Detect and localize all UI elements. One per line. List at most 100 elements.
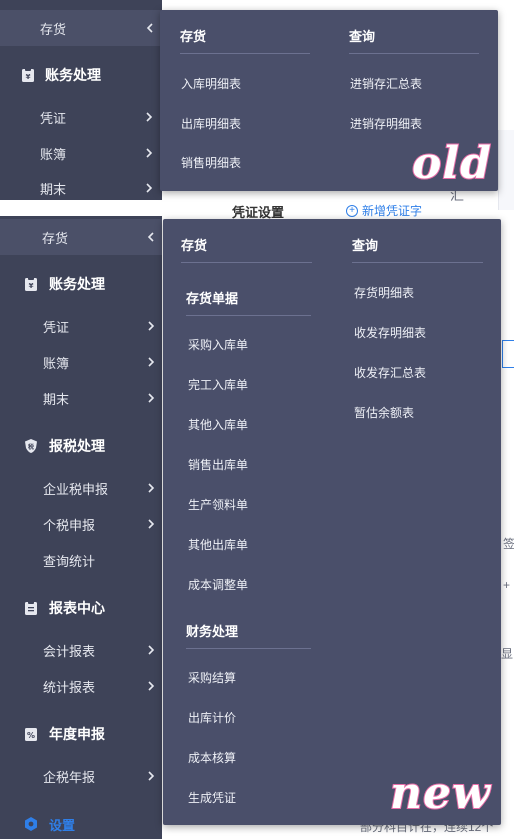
new-group-title: 年度申报 (49, 727, 105, 743)
new-sidebar-item-label: 企业税申报 (43, 482, 109, 498)
new-sidebar-item-annual-corp-tax[interactable]: 企税年报 (0, 758, 162, 794)
new-sidebar-settings[interactable]: 设置 (0, 804, 162, 839)
plus-circle-icon: + (346, 204, 358, 217)
percent-document-icon: % (25, 728, 37, 741)
menu-link-other-inbound[interactable]: 其他入库单 (188, 416, 248, 433)
background-fragment: + (503, 578, 511, 592)
menu-link-receive-issue-summary[interactable]: 收发存汇总表 (354, 364, 426, 381)
menu-link-outbound-detail[interactable]: 出库明细表 (181, 115, 241, 132)
new-group-accounting: ¥ 账务处理 (0, 264, 162, 304)
new-sidebar-item-ledger[interactable]: 账簿 (0, 344, 162, 380)
old-sidebar-item-label: 存货 (40, 22, 67, 38)
new-sidebar-item-label: 凭证 (43, 320, 70, 336)
menu-link-cost-accounting[interactable]: 成本核算 (188, 749, 236, 766)
menu-link-finished-inbound[interactable]: 完工入库单 (188, 376, 248, 393)
old-menu-col1-title: 存货 (180, 30, 207, 45)
old-sidebar-item-period-end[interactable]: 期末 (0, 170, 162, 206)
report-icon (25, 601, 37, 615)
new-group-tax: 税 报税处理 (0, 426, 162, 466)
new-sidebar-item-label: 会计报表 (43, 644, 96, 660)
old-sidebar-item-label: 账簿 (40, 147, 67, 163)
chevron-right-icon (145, 482, 157, 494)
old-sidebar-item-voucher[interactable]: 凭证 (0, 99, 162, 135)
chevron-left-icon (144, 22, 156, 34)
new-sidebar-item-query-stats[interactable]: 查询统计 (0, 542, 162, 578)
new-sidebar-item-period-end[interactable]: 期末 (0, 380, 162, 416)
background-input-edge (502, 340, 514, 368)
menu-link-inventory-summary[interactable]: 进销存汇总表 (350, 75, 422, 92)
new-sidebar-item-label: 期末 (43, 392, 70, 408)
divider (349, 53, 479, 54)
background-fragment: 显 (501, 647, 514, 661)
old-menu-col2-title: 查询 (349, 30, 376, 45)
menu-link-production-picking[interactable]: 生产领料单 (188, 496, 248, 513)
new-sidebar: 存货 ¥ 账务处理 凭证 账簿 期末 税 报税处理 企业税申报 个税申报 查询统… (0, 216, 162, 839)
chevron-right-icon (145, 320, 157, 332)
chevron-right-icon (143, 111, 155, 123)
new-sidebar-item-label: 存货 (42, 231, 69, 247)
divider (181, 262, 312, 263)
menu-link-provisional-balance[interactable]: 暂估余额表 (354, 404, 414, 421)
menu-link-outbound-pricing[interactable]: 出库计价 (188, 709, 236, 726)
menu-link-sales-outbound[interactable]: 销售出库单 (188, 456, 248, 473)
old-sidebar-item-inventory[interactable]: 存货 (0, 10, 162, 46)
new-group-annual: % 年度申报 (0, 714, 162, 754)
divider (186, 648, 311, 649)
old-sidebar-item-label: 凭证 (40, 111, 67, 127)
chevron-left-icon (145, 231, 157, 243)
new-group-title: 账务处理 (49, 277, 105, 293)
divider (186, 315, 311, 316)
divider (352, 262, 483, 263)
menu-link-inventory-detail[interactable]: 存货明细表 (354, 284, 414, 301)
new-tag-label: new (389, 767, 491, 820)
old-sidebar-item-ledger[interactable]: 账簿 (0, 135, 162, 171)
chevron-right-icon (145, 680, 157, 692)
new-group-title: 报表中心 (49, 601, 105, 617)
new-voucher-link[interactable]: + 新增凭证字 (346, 202, 422, 219)
new-sidebar-item-label: 企税年报 (43, 770, 96, 786)
new-sidebar-item-voucher[interactable]: 凭证 (0, 308, 162, 344)
menu-link-sales-detail[interactable]: 销售明细表 (181, 154, 241, 171)
divider (180, 53, 310, 54)
menu-link-generate-voucher[interactable]: 生成凭证 (188, 789, 236, 806)
new-menu-col2-title: 查询 (352, 239, 379, 254)
new-group-reports: 报表中心 (0, 588, 162, 628)
chevron-right-icon (145, 770, 157, 782)
new-sidebar-item-label: 个税申报 (43, 518, 96, 534)
new-sidebar-item-statistics-report[interactable]: 统计报表 (0, 668, 162, 704)
new-sidebar-item-inventory[interactable]: 存货 (0, 219, 162, 255)
menu-link-purchase-inbound[interactable]: 采购入库单 (188, 336, 248, 353)
chevron-right-icon (143, 147, 155, 159)
svg-text:%: % (27, 731, 35, 740)
new-sidebar-item-label: 统计报表 (43, 680, 96, 696)
background-fragment: 签 (503, 537, 514, 551)
menu-link-inventory-detail[interactable]: 进销存明细表 (350, 115, 422, 132)
chevron-right-icon (145, 518, 157, 530)
new-group-title: 报税处理 (49, 439, 105, 455)
menu-link-purchase-settlement[interactable]: 采购结算 (188, 669, 236, 686)
menu-link-cost-adjustment[interactable]: 成本调整单 (188, 576, 248, 593)
new-sidebar-item-accounting-report[interactable]: 会计报表 (0, 632, 162, 668)
clipboard-icon: ¥ (25, 277, 37, 291)
menu-link-other-outbound[interactable]: 其他出库单 (188, 536, 248, 553)
shield-icon: 税 (25, 439, 37, 453)
new-sidebar-item-label: 查询统计 (43, 554, 96, 570)
old-sidebar: 存货 ¥ 账务处理 凭证 账簿 期末 (0, 0, 162, 200)
svg-text:¥: ¥ (29, 282, 34, 290)
svg-text:¥: ¥ (26, 73, 31, 81)
new-sidebar-item-corp-tax[interactable]: 企业税申报 (0, 470, 162, 506)
new-sidebar-item-personal-tax[interactable]: 个税申报 (0, 506, 162, 542)
old-group-accounting-title: 账务处理 (45, 68, 101, 84)
menu-link-receive-issue-detail[interactable]: 收发存明细表 (354, 324, 426, 341)
old-sidebar-item-label: 期末 (40, 182, 67, 198)
gear-icon (25, 817, 37, 831)
old-tag-label: old (411, 137, 492, 190)
chevron-right-icon (145, 644, 157, 656)
menu-link-inbound-detail[interactable]: 入库明细表 (181, 75, 241, 92)
new-sidebar-item-label: 账簿 (43, 356, 70, 372)
menu-subsection-title: 财务处理 (186, 625, 239, 640)
svg-text:税: 税 (28, 443, 34, 451)
chevron-right-icon (145, 392, 157, 404)
menu-subsection-title: 存货单据 (186, 292, 239, 307)
old-group-accounting: ¥ 账务处理 (0, 55, 162, 95)
